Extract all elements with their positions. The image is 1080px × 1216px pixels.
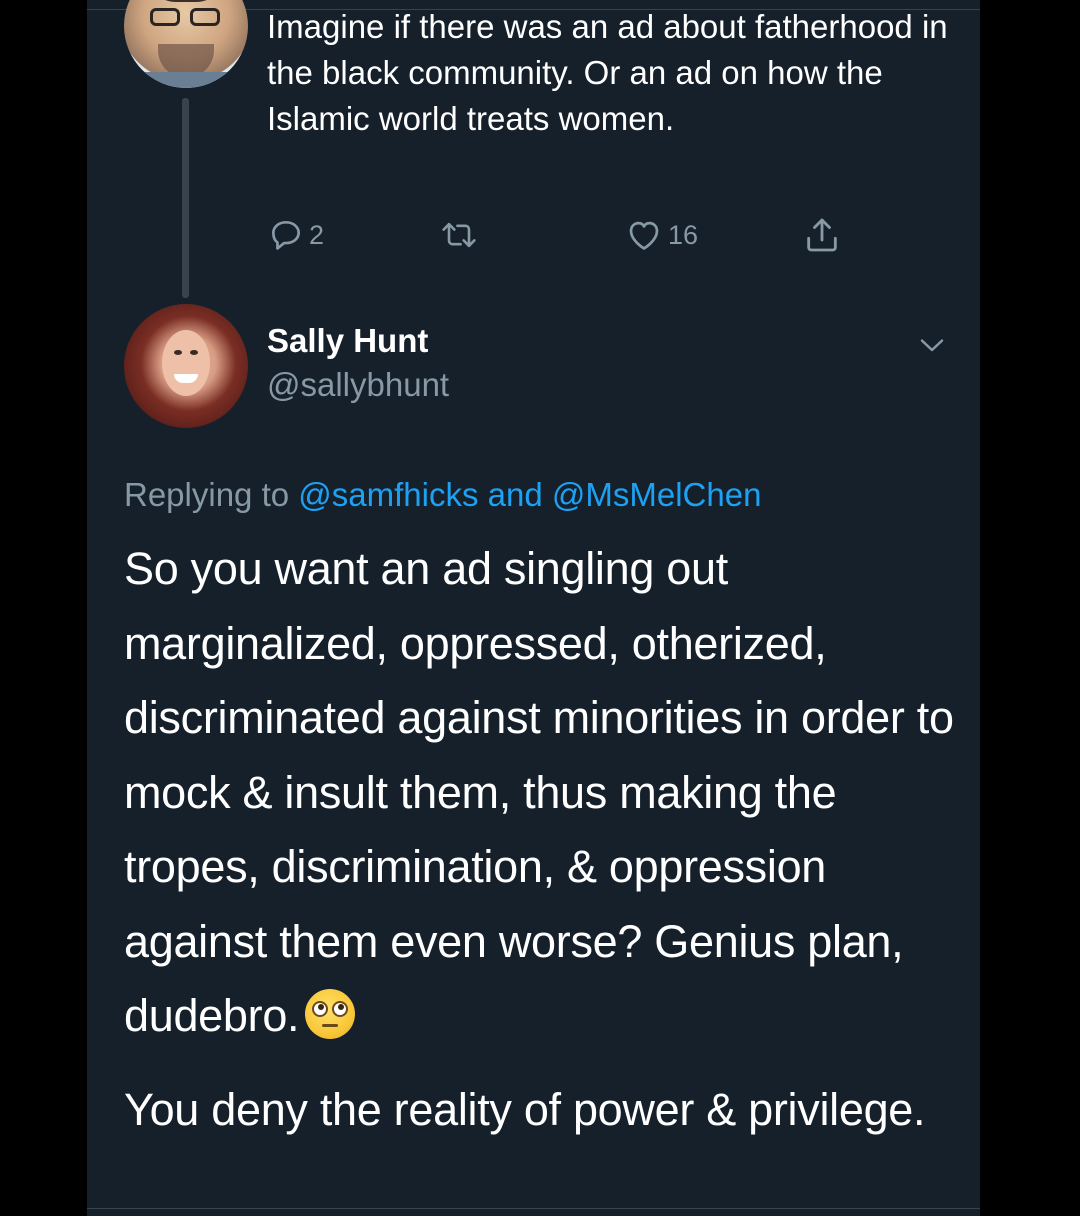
thread-connector-line [182,98,189,298]
reply-icon [271,220,301,250]
replying-to-line: Replying to @samfhicks and @MsMelChen [124,474,761,516]
like-button[interactable]: 16 [624,212,698,258]
parent-avatar[interactable] [124,0,248,88]
tweet-body-paragraph-1: So you want an ad singling out marginali… [124,543,954,1041]
face-with-rolling-eyes-icon [305,989,356,1039]
author-display-name[interactable]: Sally Hunt [267,320,428,362]
author-avatar[interactable] [124,304,248,428]
reply-button[interactable]: 2 [267,212,324,258]
like-count: 16 [668,219,699,250]
share-icon [807,218,837,252]
parent-tweet-action-bar: 2 16 [267,212,867,258]
bottom-divider [87,1208,980,1209]
author-handle[interactable]: @sallybhunt [267,364,449,406]
retweet-icon [442,222,476,248]
tweet-body-paragraph-2: You deny the reality of power & privileg… [124,1084,926,1135]
tweet-thread-screen: Imagine if there was an ad about fatherh… [87,0,980,1216]
heart-icon [629,221,659,250]
parent-tweet-text: Imagine if there was an ad about fatherh… [267,8,948,137]
replying-mentions-link[interactable]: @samfhicks and @MsMelChen [298,476,761,513]
reply-count: 2 [309,219,325,250]
replying-prefix: Replying to [124,476,290,513]
share-button[interactable] [802,212,842,258]
tweet-body: So you want an ad singling out marginali… [124,532,954,1054]
retweet-button[interactable] [439,212,483,258]
chevron-down-icon[interactable] [917,330,947,360]
